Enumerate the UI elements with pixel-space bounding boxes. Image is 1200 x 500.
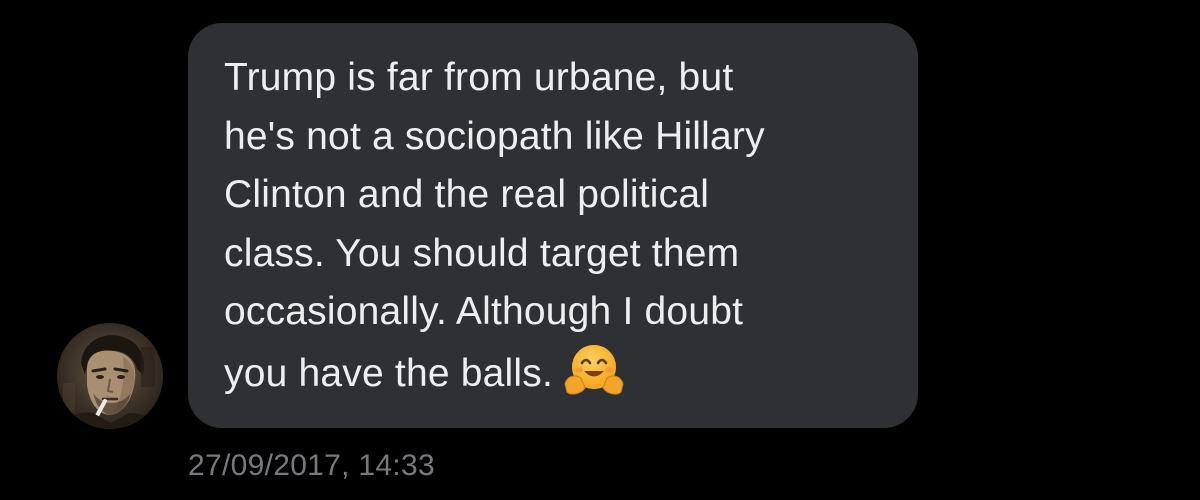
message-bubble[interactable]: Trump is far from urbane, but he's not a… [188,23,918,428]
avatar[interactable] [57,323,163,429]
message-text: Trump is far from urbane, but he's not a… [224,49,878,403]
hugging-face-emoji-icon [563,342,625,400]
message-line: Clinton and the real political [224,173,710,216]
message-line-last: you have the balls. [224,342,878,404]
message-line: he's not a sociopath like Hillary [224,114,765,158]
message-timestamp: 27/09/2017, 14:33 [188,449,435,482]
message-thread: Trump is far from urbane, but he's not a… [0,0,1200,500]
message-line: class. You should target them [224,231,740,275]
avatar-photo [61,335,161,429]
message-line: occasionally. Although I doubt [224,290,744,333]
message-line-text: you have the balls. [224,351,554,395]
message-line: Trump is far from urbane, but [224,56,734,99]
